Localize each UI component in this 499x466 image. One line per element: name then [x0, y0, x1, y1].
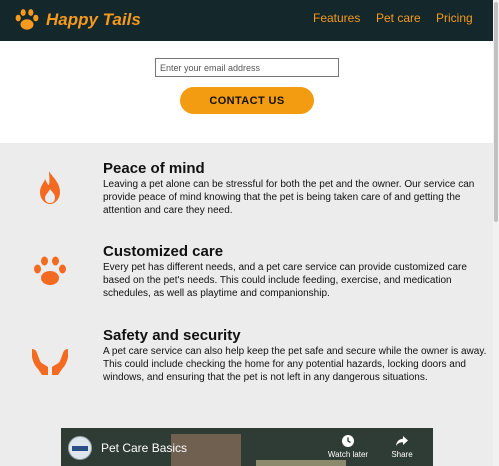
- watch-later-button[interactable]: Watch later: [323, 434, 373, 459]
- flame-icon: [40, 171, 60, 204]
- channel-logo: [72, 446, 88, 451]
- share-label: Share: [391, 450, 413, 459]
- share-arrow-icon: [396, 436, 408, 446]
- scrollbar-thumb[interactable]: [494, 2, 498, 222]
- brand-logo[interactable]: Happy Tails: [14, 7, 141, 33]
- video-title[interactable]: Pet Care Basics: [101, 441, 187, 455]
- feature-description: A pet care service can also help keep th…: [103, 346, 487, 383]
- caring-hands-icon: [32, 349, 68, 375]
- features-section: Peace of mind Leaving a pet alone can be…: [0, 143, 493, 466]
- video-embed[interactable]: Pet Care Basics Watch later Share: [61, 428, 433, 466]
- share-button[interactable]: Share: [377, 434, 427, 459]
- video-thumbnail-detail: [256, 460, 346, 466]
- contact-us-button[interactable]: CONTACT US: [180, 87, 314, 114]
- feature-description: Every pet has different needs, and a pet…: [103, 262, 467, 299]
- watch-later-label: Watch later: [327, 450, 369, 459]
- channel-avatar[interactable]: [68, 436, 92, 460]
- brand-name: Happy Tails: [46, 10, 141, 29]
- clock-icon: [342, 435, 354, 447]
- contact-section: CONTACT US: [0, 41, 493, 143]
- nav-link-pet-care[interactable]: Pet care: [376, 11, 421, 25]
- feature-description: Leaving a pet alone can be stressful for…: [103, 179, 475, 216]
- top-navbar: Happy Tails Features Pet care Pricing: [0, 0, 493, 41]
- nav-link-pricing[interactable]: Pricing: [436, 11, 473, 25]
- feature-title: Customized care: [103, 243, 224, 260]
- paw-icon: [34, 256, 66, 285]
- feature-title: Safety and security: [103, 327, 241, 344]
- feature-title: Peace of mind: [103, 160, 205, 177]
- email-field[interactable]: [155, 58, 339, 77]
- paw-logo-icon: [15, 9, 39, 30]
- nav-link-features[interactable]: Features: [313, 11, 360, 25]
